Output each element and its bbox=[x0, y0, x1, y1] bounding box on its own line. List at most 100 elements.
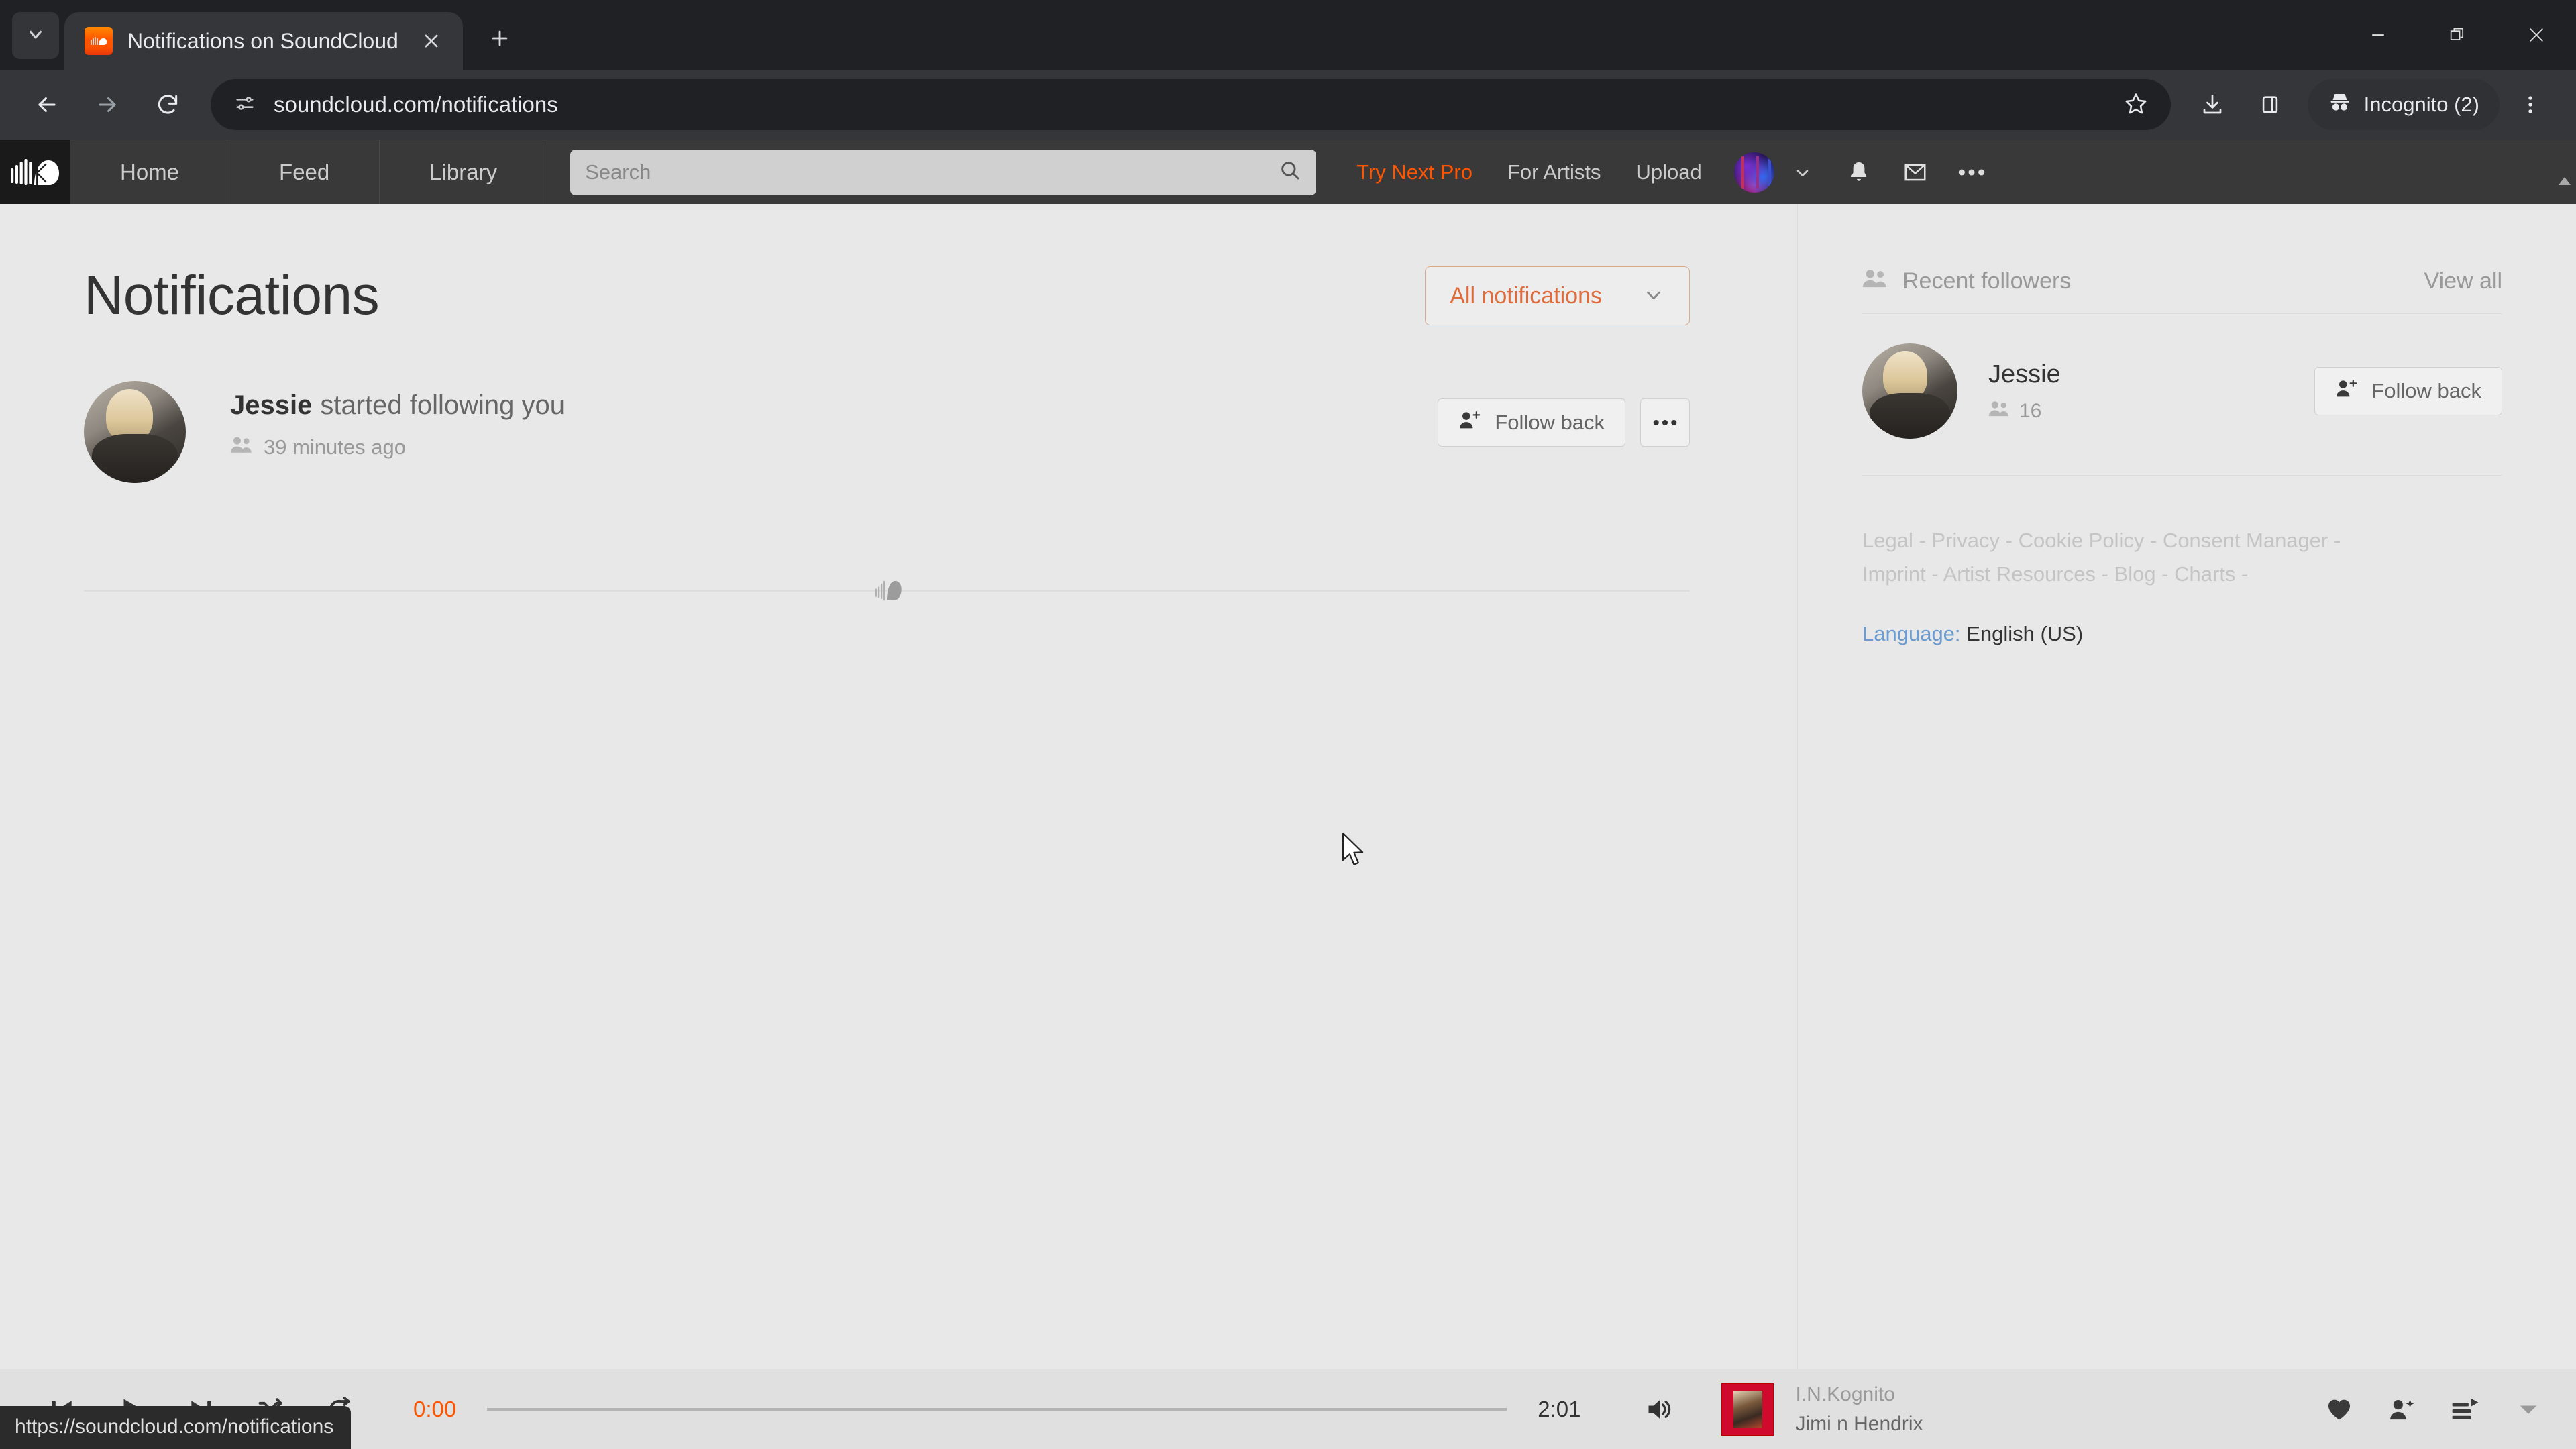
add-user-icon bbox=[2335, 378, 2358, 404]
search-icon[interactable] bbox=[1279, 159, 1301, 185]
mail-icon[interactable] bbox=[1887, 144, 1943, 201]
window-maximize-button[interactable] bbox=[2418, 0, 2497, 70]
language-value[interactable]: English (US) bbox=[1966, 622, 2083, 645]
chevron-down-icon bbox=[25, 24, 46, 48]
footer-links[interactable]: Legal - Privacy - Cookie Policy - Consen… bbox=[1862, 524, 2392, 591]
notification-actions: Follow back bbox=[1438, 381, 1690, 447]
follow-back-label: Follow back bbox=[1495, 411, 1605, 434]
follow-back-button[interactable]: Follow back bbox=[1438, 398, 1625, 447]
right-sidebar: Recent followers View all Jessie 16 Foll… bbox=[1798, 204, 2576, 1368]
track-artist[interactable]: I.N.Kognito bbox=[1795, 1383, 1923, 1406]
recent-followers-title-group: Recent followers bbox=[1862, 268, 2071, 294]
address-bar[interactable]: soundcloud.com/notifications bbox=[211, 79, 2171, 130]
star-icon[interactable] bbox=[2124, 91, 2148, 119]
player-bar: 0:00 2:01 I.N.Kognito Jimi n Hendrix bbox=[0, 1368, 2576, 1449]
profile-chip[interactable]: Incognito (2) bbox=[2307, 79, 2500, 130]
follower-name[interactable]: Jessie bbox=[1988, 360, 2314, 389]
downloads-button[interactable] bbox=[2186, 78, 2239, 131]
player-current-time: 0:00 bbox=[413, 1396, 457, 1421]
soundcloud-loading-cloud-icon bbox=[866, 570, 908, 612]
url-text[interactable]: soundcloud.com/notifications bbox=[274, 92, 2106, 117]
heart-icon[interactable] bbox=[2318, 1389, 2360, 1430]
window-controls bbox=[2339, 0, 2576, 70]
nav-item-library[interactable]: Library bbox=[380, 140, 548, 204]
incognito-icon bbox=[2328, 92, 2352, 117]
for-artists-link[interactable]: For Artists bbox=[1490, 160, 1619, 184]
notification-action: started following you bbox=[320, 390, 565, 420]
window-close-button[interactable] bbox=[2497, 0, 2576, 70]
search-input[interactable] bbox=[585, 160, 1279, 184]
status-bar-url: https://soundcloud.com/notifications bbox=[0, 1406, 352, 1449]
window-minimize-button[interactable] bbox=[2339, 0, 2418, 70]
browser-tab[interactable]: Notifications on SoundCloud bbox=[64, 12, 463, 70]
followers-icon bbox=[1988, 400, 2010, 423]
player-total-time: 2:01 bbox=[1538, 1396, 1581, 1421]
avatar[interactable] bbox=[1862, 343, 1957, 439]
header-actions: Try Next Pro For Artists Upload bbox=[1339, 140, 2576, 204]
sidebar-follow-back-button[interactable]: Follow back bbox=[2314, 367, 2502, 415]
notification-time: 39 minutes ago bbox=[264, 435, 406, 459]
scrollbar-up-arrow[interactable] bbox=[2553, 171, 2576, 191]
browser-menu-button[interactable] bbox=[2504, 78, 2557, 131]
follower-stats: 16 bbox=[1988, 400, 2314, 423]
player-right-actions bbox=[2318, 1389, 2549, 1430]
recent-followers-header: Recent followers View all bbox=[1862, 268, 2502, 314]
notification-item: Jessie started following you 39 minutes a… bbox=[84, 381, 1797, 483]
reload-button[interactable] bbox=[140, 76, 196, 133]
avatar[interactable] bbox=[84, 381, 186, 483]
notification-meta: 39 minutes ago bbox=[230, 435, 1438, 460]
user-menu-caret[interactable] bbox=[1774, 144, 1831, 201]
language-label[interactable]: Language: bbox=[1862, 622, 1961, 645]
soundcloud-nav: Home Feed Library bbox=[70, 140, 548, 204]
language-row: Language: English (US) bbox=[1862, 622, 2502, 646]
browser-chrome: Notifications on SoundCloud soundcloud.c… bbox=[0, 0, 2576, 140]
notifications-column: Notifications All notifications Jessie st… bbox=[0, 204, 1798, 1368]
volume-icon[interactable] bbox=[1625, 1375, 1695, 1444]
try-next-pro-link[interactable]: Try Next Pro bbox=[1339, 160, 1490, 184]
nav-item-home[interactable]: Home bbox=[70, 140, 230, 204]
follower-info: Jessie 16 bbox=[1988, 360, 2314, 423]
notification-text: Jessie started following you bbox=[230, 390, 1438, 421]
soundcloud-logo[interactable] bbox=[0, 140, 70, 204]
browser-toolbar: soundcloud.com/notifications Incognito (… bbox=[0, 70, 2576, 140]
recent-followers-title: Recent followers bbox=[1902, 268, 2072, 294]
follower-list-item: Jessie 16 Follow back bbox=[1862, 343, 2502, 476]
search-container bbox=[547, 140, 1339, 204]
view-all-link[interactable]: View all bbox=[2424, 268, 2502, 294]
add-user-icon[interactable] bbox=[2381, 1389, 2423, 1430]
tab-search-button[interactable] bbox=[12, 12, 59, 59]
sidebar-follow-back-label: Follow back bbox=[2371, 379, 2481, 402]
followers-icon bbox=[230, 435, 253, 460]
forward-button[interactable] bbox=[79, 76, 136, 133]
notification-body: Jessie started following you 39 minutes a… bbox=[230, 381, 1438, 460]
user-avatar[interactable] bbox=[1733, 152, 1774, 193]
caret-down-icon[interactable] bbox=[2508, 1389, 2549, 1430]
soundcloud-header: Home Feed Library Try Next Pro For Artis… bbox=[0, 140, 2576, 204]
tab-title: Notifications on SoundCloud bbox=[127, 28, 398, 53]
follower-count: 16 bbox=[2019, 399, 2042, 422]
track-meta: I.N.Kognito Jimi n Hendrix bbox=[1795, 1383, 1923, 1436]
filter-label: All notifications bbox=[1450, 282, 1602, 309]
playlist-queue-icon[interactable] bbox=[2445, 1389, 2486, 1430]
bell-icon[interactable] bbox=[1831, 144, 1887, 201]
soundcloud-favicon bbox=[85, 27, 113, 55]
search-box[interactable] bbox=[570, 149, 1317, 195]
chevron-down-icon bbox=[1642, 283, 1665, 309]
track-artwork[interactable] bbox=[1721, 1383, 1774, 1436]
notification-more-button[interactable] bbox=[1640, 398, 1690, 447]
notifications-filter-select[interactable]: All notifications bbox=[1425, 266, 1690, 325]
tab-close-button[interactable] bbox=[413, 23, 449, 59]
nav-item-feed[interactable]: Feed bbox=[229, 140, 380, 204]
track-title[interactable]: Jimi n Hendrix bbox=[1795, 1413, 1923, 1436]
site-settings-icon[interactable] bbox=[233, 92, 256, 118]
tab-strip: Notifications on SoundCloud bbox=[0, 0, 2576, 70]
notification-user-link[interactable]: Jessie bbox=[230, 390, 312, 420]
player-progress-bar[interactable] bbox=[487, 1407, 1507, 1411]
upload-link[interactable]: Upload bbox=[1618, 160, 1719, 184]
profile-label: Incognito (2) bbox=[2363, 93, 2479, 116]
header-overflow-icon[interactable] bbox=[1943, 144, 2000, 201]
loading-more-indicator bbox=[84, 570, 1690, 610]
side-panel-button[interactable] bbox=[2243, 78, 2297, 131]
new-tab-button[interactable] bbox=[478, 16, 522, 60]
back-button[interactable] bbox=[19, 76, 75, 133]
